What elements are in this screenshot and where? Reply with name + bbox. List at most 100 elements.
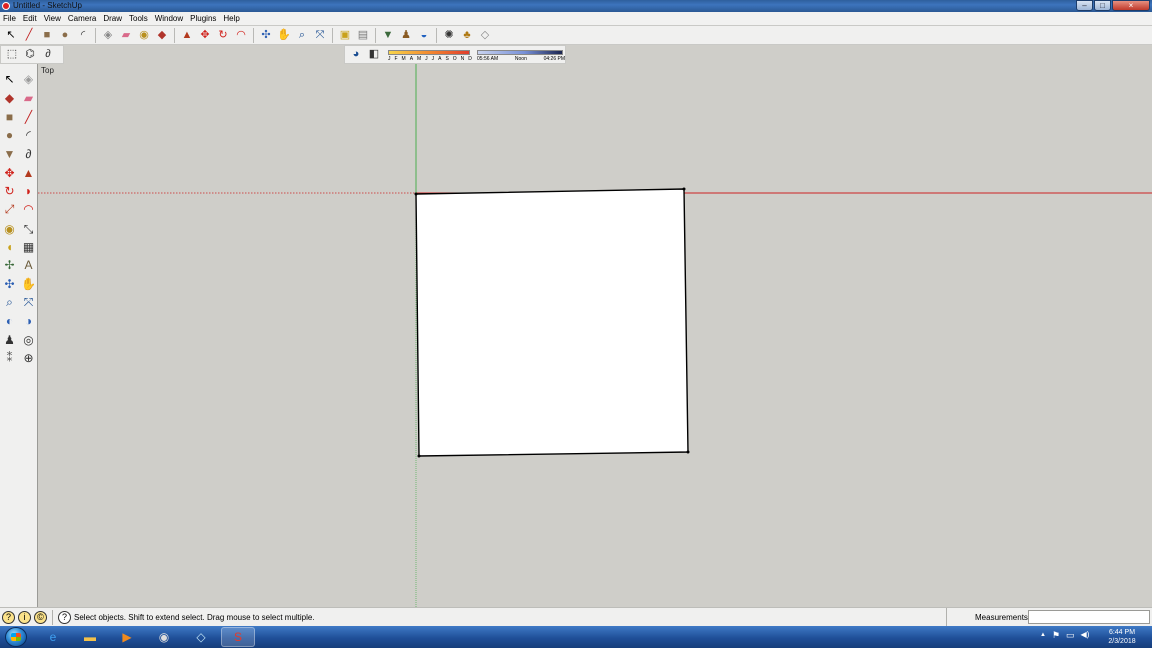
drawing-viewport[interactable]: Top — [38, 64, 1152, 607]
clock-date: 2/3/2018 — [1108, 638, 1136, 645]
internet-explorer-icon[interactable]: e — [36, 627, 70, 647]
freehand-tool-icon[interactable]: ∂ — [19, 144, 38, 163]
shadow-settings-icon[interactable]: ◕ — [348, 47, 364, 63]
offset-tool-icon[interactable]: ◠ — [19, 200, 38, 219]
menu-tools[interactable]: Tools — [129, 14, 148, 23]
sketchup-app-icon[interactable]: S — [221, 627, 255, 647]
ruby-icon[interactable]: ♣ — [459, 27, 475, 43]
axes-tool-icon[interactable]: ✢ — [0, 256, 19, 275]
circle-tool-icon[interactable]: ● — [57, 27, 73, 43]
menu-window[interactable]: Window — [155, 14, 183, 23]
eraser-tool-icon[interactable]: ▰ — [19, 89, 38, 108]
dimension-tool-icon[interactable]: ⤡ — [19, 220, 38, 238]
arc-tool-icon[interactable]: ◜ — [75, 27, 91, 43]
rectangle-face[interactable] — [415, 188, 689, 457]
file-explorer-icon[interactable]: ▬ — [73, 627, 107, 647]
paint-bucket-icon[interactable]: ◆ — [0, 89, 19, 108]
push-pull-icon[interactable]: ▲ — [179, 27, 195, 43]
media-player-icon[interactable]: ▶ — [110, 627, 144, 647]
network-icon[interactable]: ▭ — [1066, 630, 1075, 641]
close-button[interactable]: × — [1112, 0, 1150, 11]
follow-me-icon[interactable]: ◗ — [19, 182, 38, 201]
notepad-app-icon[interactable]: ◇ — [184, 627, 218, 647]
zoom-extents-icon[interactable]: ⤧ — [312, 27, 328, 43]
tape-measure-icon[interactable]: ◉ — [136, 27, 152, 43]
system-tray: ▲ ⚑ ▭ ◀) — [1040, 630, 1089, 641]
pan-tool-icon[interactable]: ✋ — [276, 27, 292, 43]
minimize-button[interactable]: – — [1076, 0, 1093, 11]
system-clock[interactable]: 6:44 PM 2/3/2018 — [1098, 628, 1146, 646]
push-pull-icon[interactable]: ▲ — [19, 164, 38, 182]
get-models-icon[interactable]: ▼ — [380, 27, 396, 43]
rotate-tool-icon[interactable]: ↻ — [0, 182, 19, 201]
time-slider[interactable]: 05:56 AM Noon 04:26 PM — [477, 50, 565, 64]
next-view-icon[interactable]: ◑ — [19, 312, 38, 331]
offset-tool-icon[interactable]: ◠ — [233, 27, 249, 43]
pan-tool-icon[interactable]: ✋ — [19, 276, 38, 294]
polygon-tool-icon[interactable]: ▼ — [0, 144, 19, 163]
maximize-button[interactable]: □ — [1094, 0, 1111, 11]
menu-edit[interactable]: Edit — [23, 14, 37, 23]
menu-draw[interactable]: Draw — [103, 14, 122, 23]
rotate-tool-icon[interactable]: ↻ — [215, 27, 231, 43]
warehouse-icon[interactable]: ▣ — [337, 27, 353, 43]
month-slider[interactable]: JFMAMJJASOND — [388, 50, 472, 64]
display-shadows-icon[interactable]: ◧ — [366, 47, 382, 63]
iso-view-icon[interactable]: ⬚ — [4, 47, 20, 63]
camera-app-icon[interactable]: ◉ — [147, 627, 181, 647]
position-camera-icon[interactable]: ♟ — [0, 331, 19, 349]
tray-caret-icon[interactable]: ▲ — [1040, 630, 1046, 641]
start-button[interactable] — [5, 627, 27, 647]
styles-icon[interactable]: ◇ — [477, 27, 493, 43]
menu-view[interactable]: View — [44, 14, 61, 23]
menu-file[interactable]: File — [3, 14, 16, 23]
month-slider-track[interactable] — [388, 50, 470, 55]
previous-view-icon[interactable]: ◐ — [0, 312, 19, 331]
sandbox-icon[interactable]: ◒ — [416, 27, 432, 43]
move-tool-icon[interactable]: ✥ — [0, 164, 19, 182]
position-camera-icon[interactable]: ♟ — [398, 27, 414, 43]
text-tool-icon[interactable]: ▦ — [19, 237, 38, 256]
action-center-icon[interactable]: ⚑ — [1052, 630, 1060, 641]
copyright-icon[interactable]: © — [34, 611, 47, 624]
line-tool-icon[interactable]: ╱ — [19, 108, 38, 126]
3d-text-icon[interactable]: A — [19, 256, 38, 275]
make-component-icon[interactable]: ◈ — [100, 27, 116, 43]
arc-tool-icon[interactable]: ◜ — [19, 126, 38, 145]
select-tool-icon[interactable]: ↖ — [3, 27, 19, 43]
scale-tool-icon[interactable]: ⤢ — [0, 200, 19, 219]
look-around-icon[interactable]: ◎ — [19, 331, 38, 349]
zoom-tool-icon[interactable]: ⌕ — [294, 27, 310, 43]
rectangle-tool-icon[interactable]: ■ — [0, 108, 19, 126]
section-plane-icon[interactable]: ⊕ — [19, 349, 38, 368]
credits-icon[interactable]: i — [18, 611, 31, 624]
share-model-icon[interactable]: ▤ — [355, 27, 371, 43]
make-component-icon[interactable]: ◈ — [19, 70, 38, 89]
measurements-input[interactable] — [1028, 610, 1150, 624]
select-tool-icon[interactable]: ↖ — [0, 70, 19, 89]
viewport-canvas[interactable] — [38, 64, 1152, 607]
extension-icon[interactable]: ✺ — [441, 27, 457, 43]
orbit-tool-icon[interactable]: ✣ — [258, 27, 274, 43]
zoom-tool-icon[interactable]: ⌕ — [0, 293, 19, 312]
paint-bucket-icon[interactable]: ◆ — [154, 27, 170, 43]
tape-measure-icon[interactable]: ◉ — [0, 220, 19, 238]
line-tool-icon[interactable]: ╱ — [21, 27, 37, 43]
zoom-window-icon[interactable]: ⤧ — [19, 293, 38, 312]
protractor-icon[interactable]: ◖ — [0, 237, 19, 256]
circle-tool-icon[interactable]: ● — [0, 126, 19, 145]
menu-help[interactable]: Help — [223, 14, 239, 23]
time-slider-track[interactable] — [477, 50, 563, 55]
geo-location-icon[interactable]: ? — [2, 611, 15, 624]
instructor-help-icon[interactable]: ? — [58, 611, 71, 624]
orbit-tool-icon[interactable]: ✣ — [0, 276, 19, 294]
eraser-tool-icon[interactable]: ▰ — [118, 27, 134, 43]
select-lasso-icon[interactable]: ⌬ — [22, 47, 38, 63]
freehand-icon[interactable]: ∂ — [40, 47, 56, 63]
menu-camera[interactable]: Camera — [68, 14, 96, 23]
rectangle-tool-icon[interactable]: ■ — [39, 27, 55, 43]
walk-tool-icon[interactable]: ⁑ — [0, 349, 19, 368]
move-tool-icon[interactable]: ✥ — [197, 27, 213, 43]
menu-plugins[interactable]: Plugins — [190, 14, 216, 23]
volume-icon[interactable]: ◀) — [1081, 630, 1090, 641]
